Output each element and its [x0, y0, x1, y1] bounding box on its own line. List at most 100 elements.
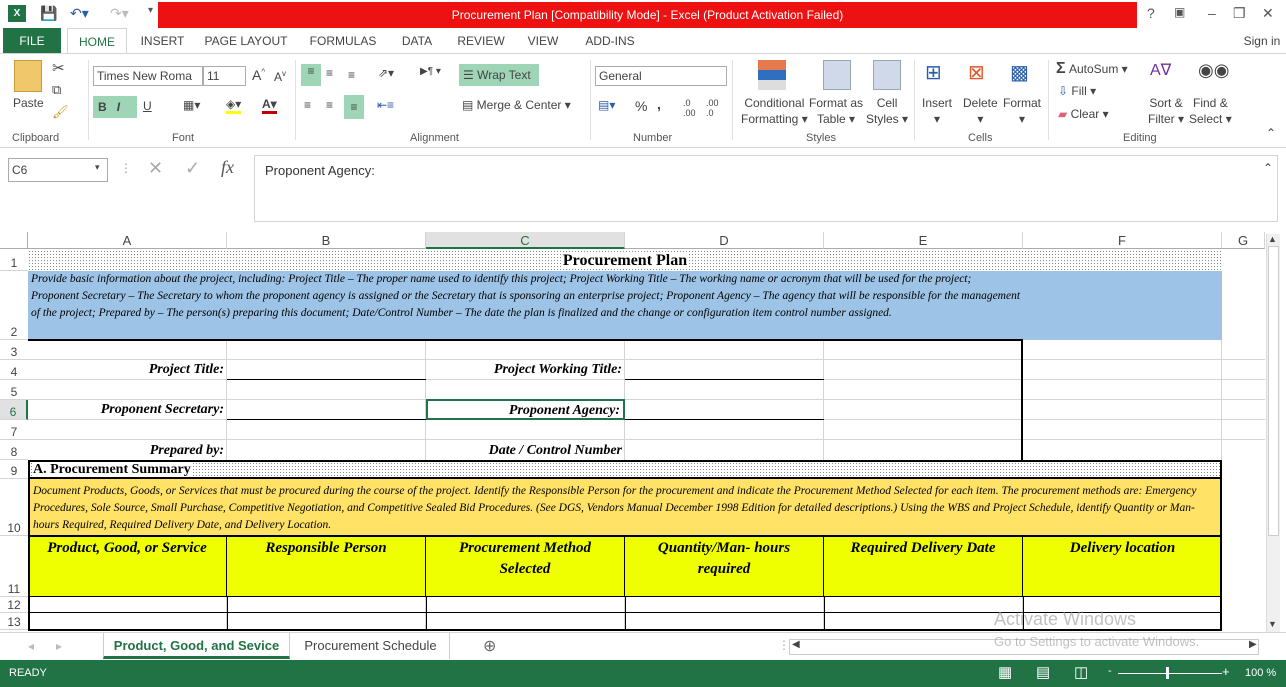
top-align-icon[interactable]: ≡: [301, 64, 321, 86]
accounting-format-icon[interactable]: ▤▾: [598, 98, 615, 112]
bottom-align-icon[interactable]: ≡: [348, 68, 355, 82]
project-title-label[interactable]: Project Title:: [28, 360, 227, 380]
proponent-agency-label[interactable]: Proponent Agency:: [426, 399, 625, 420]
undo-icon[interactable]: ↶▾: [70, 5, 89, 22]
tab-insert[interactable]: INSERT: [135, 28, 190, 54]
decrease-decimal-icon[interactable]: .00.0: [706, 98, 719, 118]
copy-icon[interactable]: ⧉: [52, 82, 61, 98]
format-button[interactable]: Format ▾: [1003, 95, 1041, 127]
paste-icon[interactable]: [14, 60, 42, 92]
bold-button[interactable]: B I: [93, 96, 137, 118]
cell-styles-icon[interactable]: [873, 60, 901, 90]
delete-cells-icon[interactable]: ⊠: [968, 60, 985, 85]
fill-color-icon[interactable]: ◈▾: [226, 97, 242, 114]
find-select-button[interactable]: Find & Select ▾: [1189, 95, 1232, 127]
scroll-right-icon[interactable]: ▶: [1249, 639, 1257, 650]
expand-formula-bar-icon[interactable]: ⌃: [1263, 161, 1273, 175]
minimize-icon[interactable]: –: [1208, 5, 1216, 21]
tab-view[interactable]: VIEW: [521, 28, 565, 54]
comma-button[interactable]: ,: [657, 96, 661, 112]
wrap-text-button[interactable]: ☰ Wrap Text: [459, 64, 539, 86]
font-size-select[interactable]: 11: [203, 66, 246, 86]
paste-button[interactable]: Paste: [13, 96, 44, 110]
sort-filter-icon[interactable]: A∇: [1150, 60, 1171, 80]
page-break-view-icon[interactable]: ◫: [1074, 663, 1088, 681]
header-delivery-location[interactable]: Delivery location: [1023, 536, 1222, 597]
proponent-secretary-field[interactable]: [227, 419, 426, 420]
column-header-e[interactable]: E: [824, 232, 1023, 249]
sheet-tab-procurement-schedule[interactable]: Procurement Schedule: [292, 633, 450, 659]
align-left-icon[interactable]: ≡: [304, 98, 311, 112]
row-header-5[interactable]: 5: [0, 380, 28, 400]
project-working-title-field[interactable]: [625, 379, 824, 380]
binoculars-icon[interactable]: ◉◉: [1198, 60, 1229, 81]
number-format-select[interactable]: General: [595, 66, 727, 86]
vertical-scrollbar[interactable]: ▲ ▼: [1266, 234, 1280, 632]
tab-formulas[interactable]: FORMULAS: [304, 28, 382, 54]
scroll-down-icon[interactable]: ▼: [1268, 619, 1277, 629]
row-header-8[interactable]: 8: [0, 440, 28, 460]
row-header-13[interactable]: 13: [0, 613, 28, 630]
proponent-agency-field[interactable]: [625, 419, 824, 420]
restore-icon[interactable]: ❐: [1233, 5, 1246, 22]
row-header-3[interactable]: 3: [0, 340, 28, 360]
cut-icon[interactable]: ✂: [52, 59, 65, 77]
row-header-12[interactable]: 12: [0, 597, 28, 613]
zoom-out-icon[interactable]: -: [1108, 665, 1112, 677]
next-sheet-icon[interactable]: ▸: [56, 639, 62, 653]
zoom-in-icon[interactable]: +: [1222, 664, 1230, 679]
format-painter-icon[interactable]: 🖌: [52, 104, 69, 120]
select-all-corner[interactable]: [0, 232, 28, 249]
row-header-4[interactable]: 4: [0, 360, 28, 380]
middle-align-icon[interactable]: ≡: [326, 66, 333, 80]
conditional-formatting-icon[interactable]: [758, 60, 786, 90]
header-responsible-person[interactable]: Responsible Person: [227, 536, 426, 597]
row-header-6[interactable]: 6: [0, 400, 28, 420]
normal-view-icon[interactable]: ▦: [998, 663, 1012, 681]
close-icon[interactable]: ✕: [1262, 5, 1274, 22]
section-a-description[interactable]: Document Products, Goods, or Services th…: [28, 479, 1222, 536]
row-header-10[interactable]: 10: [0, 479, 28, 536]
collapse-ribbon-icon[interactable]: ⌃: [1266, 126, 1276, 140]
column-header-a[interactable]: A: [28, 232, 227, 249]
center-icon[interactable]: ≡: [326, 98, 333, 112]
prepared-by-label[interactable]: Prepared by:: [28, 440, 227, 460]
zoom-level[interactable]: 100 %: [1245, 667, 1276, 679]
prev-sheet-icon[interactable]: ◂: [28, 639, 34, 653]
align-right-icon[interactable]: ≡: [344, 95, 364, 119]
percent-button[interactable]: %: [635, 98, 647, 114]
name-box-dropdown-icon[interactable]: ▾: [95, 162, 100, 173]
redo-icon[interactable]: ↷▾: [110, 5, 129, 22]
conditional-formatting-button[interactable]: Conditional Formatting ▾: [741, 95, 808, 127]
row-header-9[interactable]: 9: [0, 460, 28, 479]
format-cells-icon[interactable]: ▩: [1010, 60, 1029, 85]
orientation-icon[interactable]: ⇗▾: [378, 66, 394, 80]
column-header-d[interactable]: D: [625, 232, 824, 249]
sheet-title[interactable]: Procurement Plan: [28, 250, 1222, 271]
save-icon[interactable]: 💾: [40, 5, 57, 22]
format-as-table-icon[interactable]: [823, 60, 851, 90]
text-direction-icon[interactable]: ▶¶ ▾: [420, 66, 441, 77]
italic-button[interactable]: I: [117, 100, 120, 114]
project-working-title-label[interactable]: Project Working Title:: [426, 360, 625, 380]
project-title-field[interactable]: [227, 379, 426, 380]
sign-in-link[interactable]: Sign in: [1240, 28, 1284, 54]
decrease-indent-icon[interactable]: ⇤≡: [377, 98, 394, 112]
zoom-slider[interactable]: [1118, 673, 1222, 674]
borders-icon[interactable]: ▦▾: [183, 98, 200, 112]
column-header-f[interactable]: F: [1023, 232, 1222, 249]
header-product[interactable]: Product, Good, or Service: [28, 536, 227, 597]
formula-input[interactable]: Proponent Agency:: [254, 155, 1278, 222]
delete-button[interactable]: Delete ▾: [963, 95, 998, 127]
proponent-secretary-label[interactable]: Proponent Secretary:: [28, 400, 227, 420]
tab-file[interactable]: FILE: [3, 28, 61, 54]
scroll-left-icon[interactable]: ◀: [792, 639, 800, 650]
insert-button[interactable]: Insert ▾: [922, 95, 952, 127]
help-button[interactable]: ?: [1147, 5, 1155, 21]
zoom-slider-thumb[interactable]: [1166, 667, 1169, 679]
tab-page-layout[interactable]: PAGE LAYOUT: [200, 28, 292, 54]
underline-button[interactable]: U: [143, 99, 152, 113]
new-sheet-icon[interactable]: ⊕: [483, 636, 496, 656]
date-control-label[interactable]: Date / Control Number: [426, 440, 625, 460]
scroll-up-icon[interactable]: ▲: [1268, 234, 1277, 244]
